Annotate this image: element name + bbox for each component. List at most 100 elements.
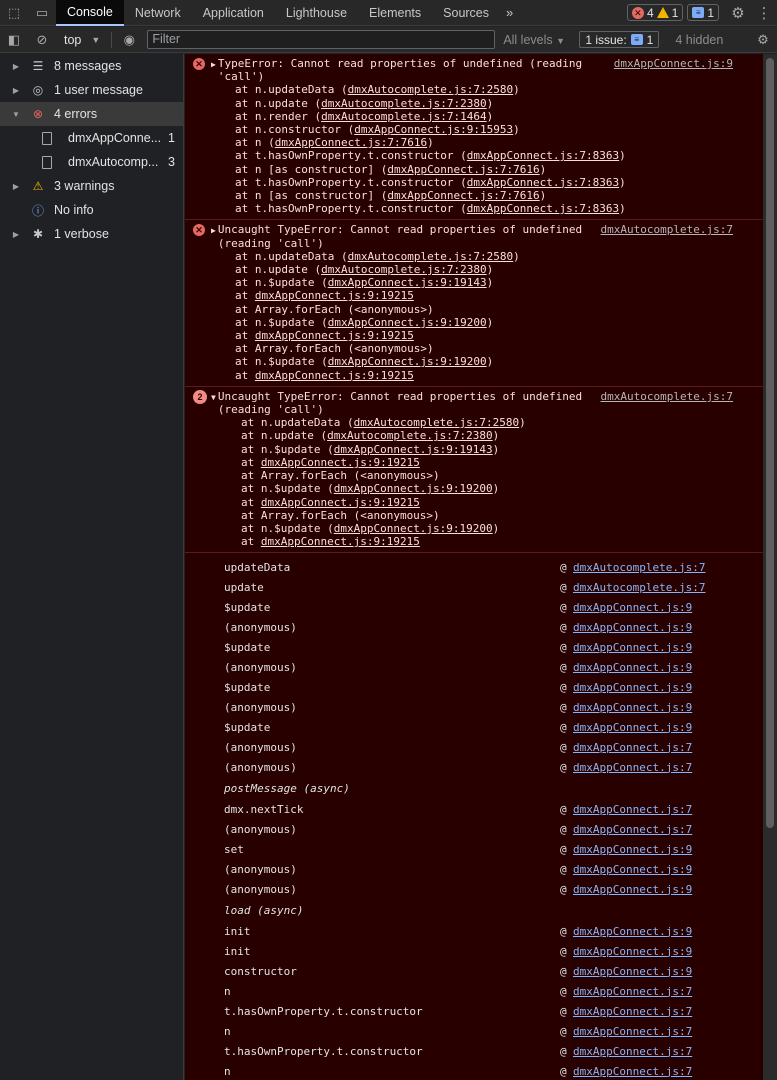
tab-lighthouse[interactable]: Lighthouse [275, 0, 358, 26]
frame-source-link[interactable]: dmxAppConnect.js:9 [573, 925, 692, 938]
sidebar-item-warnings[interactable]: ▶ ⚠ 3 warnings [0, 174, 183, 198]
collapse-arrow-icon[interactable]: ▼ [6, 110, 26, 119]
frame-source-link[interactable]: dmxAppConnect.js:9 [573, 843, 692, 856]
frame-source-link[interactable]: dmxAppConnect.js:7 [573, 985, 692, 998]
frame-source-link[interactable]: dmxAppConnect.js:9 [573, 601, 692, 614]
sidebar-item-file[interactable]: dmxAppConne... 1 [0, 126, 183, 150]
sidebar-item-user-messages[interactable]: ▶ ◎ 1 user message [0, 78, 183, 102]
expand-arrow-icon[interactable]: ▶ [211, 224, 216, 237]
stack-source-link[interactable]: dmxAppConnect.js:9:19200 [334, 522, 493, 535]
expand-arrow-icon[interactable]: ▶ [6, 230, 26, 239]
source-link[interactable]: dmxAutocomplete.js:7 [601, 223, 733, 236]
stack-source-link[interactable]: dmxAppConnect.js:9:19200 [328, 316, 487, 329]
stack-frame-row: n @ dmxAppConnect.js:7 [185, 1061, 777, 1080]
console-error-message[interactable]: ✕ ▶ Uncaught TypeError: Cannot read proper… [185, 220, 777, 387]
frame-source-link[interactable]: dmxAppConnect.js:9 [573, 621, 692, 634]
sidebar-item-verbose[interactable]: ▶ ✱ 1 verbose [0, 222, 183, 246]
frame-source-link[interactable]: dmxAppConnect.js:7 [573, 803, 692, 816]
stack-source-link[interactable]: dmxAppConnect.js:9:19143 [328, 276, 487, 289]
scrollbar[interactable] [763, 54, 777, 1080]
stack-source-link[interactable]: dmxAutocomplete.js:7:2580 [348, 83, 514, 96]
console-error-message[interactable]: ✕ ▶ TypeError: Cannot read properties of u… [185, 54, 777, 221]
stack-source-link[interactable]: dmxAppConnect.js:9:19215 [255, 329, 414, 342]
stack-source-link[interactable]: dmxAppConnect.js:9:19200 [328, 355, 487, 368]
device-toolbar-icon[interactable]: ▭ [28, 0, 56, 26]
expand-arrow-icon[interactable]: ▶ [6, 86, 26, 95]
stack-source-link[interactable]: dmxAppConnect.js:9:19215 [261, 496, 420, 509]
source-link[interactable]: dmxAppConnect.js:9 [614, 57, 733, 70]
stack-source-link[interactable]: dmxAppConnect.js:9:19215 [261, 456, 420, 469]
frame-source-link[interactable]: dmxAppConnect.js:9 [573, 965, 692, 978]
stack-source-link[interactable]: dmxAutocomplete.js:7:2580 [348, 250, 514, 263]
sidebar-toggle-icon[interactable]: ◧ [0, 27, 28, 53]
stack-source-link[interactable]: dmxAppConnect.js:7:7616 [275, 136, 427, 149]
log-levels-dropdown[interactable]: All levels ▼ [503, 33, 573, 47]
stack-source-link[interactable]: dmxAppConnect.js:9:19215 [255, 369, 414, 382]
frame-source-link[interactable]: dmxAutocomplete.js:7 [573, 561, 705, 574]
more-tabs-button[interactable]: » [500, 5, 519, 20]
list-icon: ☰ [32, 59, 44, 73]
filter-input[interactable]: Filter [147, 30, 496, 49]
stack-trace-line: at n.$update (dmxAppConnect.js:9:19200) [235, 355, 777, 368]
stack-source-link[interactable]: dmxAutocomplete.js:7:1464 [321, 110, 487, 123]
frame-source-link[interactable]: dmxAppConnect.js:7 [573, 1005, 692, 1018]
eye-icon[interactable]: ◉ [115, 27, 143, 53]
frame-source-link[interactable]: dmxAppConnect.js:7 [573, 761, 692, 774]
stack-source-link[interactable]: dmxAppConnect.js:9:19200 [334, 482, 493, 495]
issues-button[interactable]: 1 issue: ≡ 1 [579, 31, 660, 48]
stack-frame-row: init @ dmxAppConnect.js:9 [185, 921, 777, 941]
stack-source-link[interactable]: dmxAppConnect.js:7:7616 [387, 189, 539, 202]
stack-source-link[interactable]: dmxAppConnect.js:7:8363 [467, 149, 619, 162]
tab-elements[interactable]: Elements [358, 0, 432, 26]
frame-source-link[interactable]: dmxAppConnect.js:9 [573, 945, 692, 958]
scroll-thumb[interactable] [766, 58, 774, 828]
tab-console[interactable]: Console [56, 0, 124, 26]
stack-source-link[interactable]: dmxAppConnect.js:7:8363 [467, 176, 619, 189]
sidebar-item-file[interactable]: dmxAutocomp... 3 [0, 150, 183, 174]
tab-application[interactable]: Application [192, 0, 275, 26]
expand-arrow-icon[interactable]: ▶ [6, 62, 26, 71]
frame-source-link[interactable]: dmxAppConnect.js:9 [573, 681, 692, 694]
stack-source-link[interactable]: dmxAppConnect.js:9:19215 [255, 289, 414, 302]
frame-source-link[interactable]: dmxAppConnect.js:9 [573, 661, 692, 674]
stack-frame-row: $update @ dmxAppConnect.js:9 [185, 597, 777, 617]
stack-source-link[interactable]: dmxAppConnect.js:9:15953 [354, 123, 513, 136]
stack-source-link[interactable]: dmxAutocomplete.js:7:2380 [327, 429, 493, 442]
console-error-message[interactable]: 2 ▼ Uncaught TypeError: Cannot read proper… [185, 387, 777, 554]
frame-source-link[interactable]: dmxAppConnect.js:7 [573, 1065, 692, 1078]
message-counter[interactable]: ≡ 1 [687, 4, 719, 21]
collapse-arrow-icon[interactable]: ▼ [211, 391, 216, 404]
frame-source-link[interactable]: dmxAppConnect.js:9 [573, 701, 692, 714]
inspect-element-icon[interactable]: ⬚ [0, 0, 28, 26]
frame-source-link[interactable]: dmxAppConnect.js:7 [573, 1025, 692, 1038]
tab-network[interactable]: Network [124, 0, 192, 26]
expand-arrow-icon[interactable]: ▶ [211, 58, 216, 71]
source-link[interactable]: dmxAutocomplete.js:7 [601, 390, 733, 403]
kebab-menu-icon[interactable]: ⋮ [751, 0, 777, 26]
frame-source-link[interactable]: dmxAppConnect.js:9 [573, 641, 692, 654]
frame-source-link[interactable]: dmxAutocomplete.js:7 [573, 581, 705, 594]
sidebar-item-messages[interactable]: ▶ ☰ 8 messages [0, 54, 183, 78]
stack-source-link[interactable]: dmxAutocomplete.js:7:2380 [321, 263, 487, 276]
stack-source-link[interactable]: dmxAppConnect.js:9:19143 [334, 443, 493, 456]
context-selector[interactable]: top ▼ [56, 33, 108, 47]
frame-source-link[interactable]: dmxAppConnect.js:7 [573, 741, 692, 754]
stack-source-link[interactable]: dmxAutocomplete.js:7:2580 [354, 416, 520, 429]
sidebar-item-errors[interactable]: ▼ ⊗ 4 errors [0, 102, 183, 126]
gear-icon[interactable]: ⚙ [749, 27, 777, 53]
stack-source-link[interactable]: dmxAutocomplete.js:7:2380 [321, 97, 487, 110]
frame-source-link[interactable]: dmxAppConnect.js:9 [573, 883, 692, 896]
frame-source-link[interactable]: dmxAppConnect.js:9 [573, 721, 692, 734]
clear-console-icon[interactable]: ⊘ [28, 27, 56, 53]
sidebar-item-info[interactable]: ⓘ No info [0, 198, 183, 222]
expand-arrow-icon[interactable]: ▶ [6, 182, 26, 191]
error-warning-counter[interactable]: ✕ 4 1 [626, 4, 684, 21]
stack-source-link[interactable]: dmxAppConnect.js:7:7616 [387, 163, 539, 176]
frame-source-link[interactable]: dmxAppConnect.js:9 [573, 863, 692, 876]
stack-source-link[interactable]: dmxAppConnect.js:7:8363 [467, 202, 619, 215]
stack-source-link[interactable]: dmxAppConnect.js:9:19215 [261, 535, 420, 548]
tab-sources[interactable]: Sources [432, 0, 500, 26]
frame-source-link[interactable]: dmxAppConnect.js:7 [573, 1045, 692, 1058]
gear-icon[interactable]: ⚙ [725, 0, 751, 26]
frame-source-link[interactable]: dmxAppConnect.js:7 [573, 823, 692, 836]
